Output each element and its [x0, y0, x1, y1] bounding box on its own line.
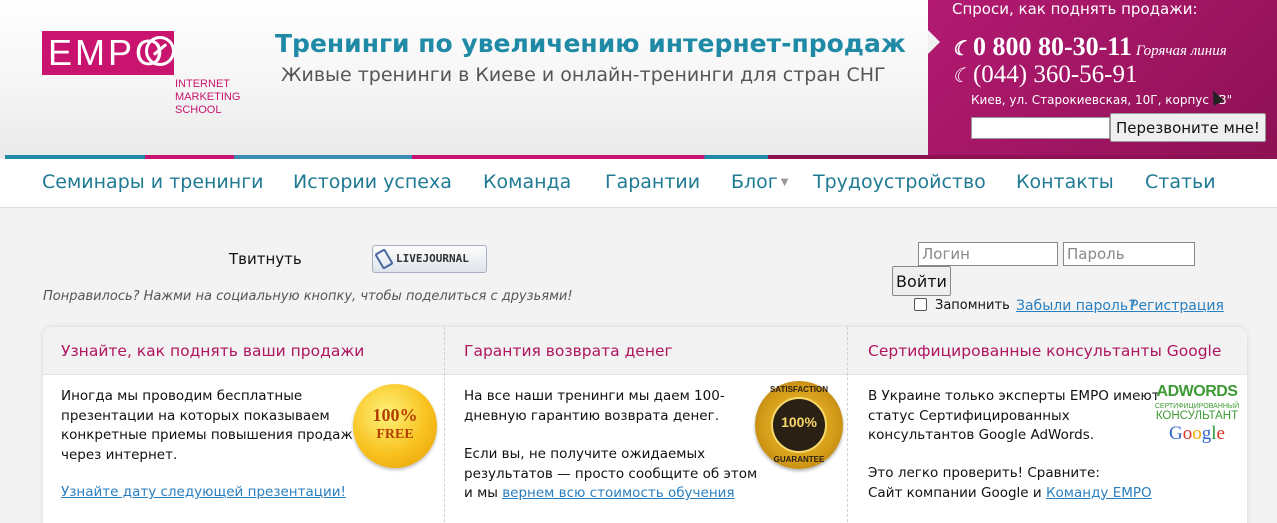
- certified-label: СЕРТИФИЦИРОВАННЫЙ: [1154, 403, 1240, 410]
- text-line: Это легко проверить! Сравните:: [868, 465, 1100, 481]
- text-line: В Украине только эксперты EMPO имеют: [868, 388, 1160, 404]
- remember-label: Запомнить: [935, 298, 1010, 313]
- phone-number: (044) 360-56-91: [972, 61, 1138, 88]
- nav-item-blog-label: Блог: [731, 171, 778, 193]
- tweet-button[interactable]: Твитнуть: [229, 250, 302, 268]
- badge-percent: 100%: [372, 405, 418, 425]
- seal-top-text: SATISFACTION: [769, 385, 829, 394]
- main-nav: Семинары и тренинги Истории успеха Коман…: [0, 159, 1277, 208]
- phone-icon: ☾: [952, 38, 970, 60]
- free-badge-icon: 100% FREE: [353, 384, 437, 468]
- forgot-password-link[interactable]: Забыли пароль?: [1016, 298, 1136, 314]
- logo-arrow-icon: [145, 36, 175, 66]
- empo-logo[interactable]: EMPO: [42, 31, 175, 75]
- logo-subtitle: INTERNET MARKETING SCHOOL: [175, 78, 240, 117]
- nav-item-guarantees[interactable]: Гарантии: [605, 171, 700, 193]
- text-line: статус Сертифицированных: [868, 407, 1070, 424]
- panel-title-guarantee: Гарантия возврата денег: [464, 342, 673, 360]
- seal-percent: 100%: [781, 414, 817, 430]
- text-line: дневную гарантию возврата денег.: [464, 407, 719, 424]
- login-button[interactable]: Войти: [892, 266, 951, 296]
- seal-bottom-text: GUARANTEE: [773, 455, 825, 464]
- panel-title-google: Сертифицированные консультанты Google: [868, 342, 1222, 360]
- google-letter: e: [1216, 423, 1225, 444]
- nav-item-employment[interactable]: Трудоустройство: [813, 171, 986, 193]
- text-line: результатов — просто сообщите об этом: [464, 465, 758, 482]
- login-input[interactable]: [918, 242, 1058, 266]
- logo-sub-line: SCHOOL: [175, 104, 222, 116]
- callback-button[interactable]: Перезвоните мне!: [1110, 113, 1266, 142]
- text-prefix: Сайт компании Google и: [868, 484, 1046, 501]
- hotline-phone[interactable]: ☾ 0 800 80-30-11 Горячая линия: [952, 32, 1227, 62]
- page-title: Тренинги по увеличению интернет-продаж: [275, 29, 906, 58]
- password-input[interactable]: [1063, 242, 1195, 266]
- panel-text: Иногда мы проводим бесплатные презентаци…: [61, 387, 353, 465]
- text-prefix: и мы: [464, 485, 503, 501]
- panel-text: В Украине только эксперты EMPO имеют ста…: [868, 387, 1160, 446]
- chevron-down-icon: ▼: [780, 177, 789, 188]
- contact-prompt: Спроси, как поднять продажи:: [952, 0, 1198, 18]
- google-letter: g: [1201, 423, 1212, 444]
- nav-item-articles[interactable]: Статьи: [1145, 171, 1216, 193]
- nav-item-seminars[interactable]: Семинары и тренинги: [42, 171, 264, 193]
- google-letter: o: [1192, 423, 1202, 444]
- guarantee-seal-icon: SATISFACTION 100% GUARANTEE: [755, 381, 843, 469]
- panel-title-sales: Узнайте, как поднять ваши продажи: [61, 342, 365, 360]
- callback-phone-input[interactable]: [971, 117, 1110, 139]
- adwords-label: ADWORDS: [1156, 383, 1238, 400]
- consultant-label: КОНСУЛЬТАНТ: [1155, 410, 1239, 422]
- text-line: консультантов Google AdWords.: [868, 427, 1095, 443]
- empo-team-link[interactable]: Команду EMPO: [1046, 485, 1152, 501]
- presentation-date-link[interactable]: Узнайте дату следующей презентации!: [61, 483, 346, 503]
- nav-item-success-stories[interactable]: Истории успеха: [293, 171, 452, 193]
- nav-item-blog[interactable]: Блог ▼: [731, 171, 789, 193]
- text-line: Если вы, не получите ожидаемых: [464, 446, 706, 462]
- nav-item-team[interactable]: Команда: [483, 171, 571, 193]
- text-line: конкретные приемы повышения продаж: [61, 427, 353, 443]
- contact-block: Спроси, как поднять продажи: ☾ 0 800 80-3…: [928, 0, 1277, 158]
- logo-sub-line: MARKETING: [175, 91, 241, 103]
- site-header: EMPO INTERNET MARKETING SCHOOL Тренинги …: [0, 0, 1277, 158]
- panel-text: Это легко проверить! Сравните: Сайт комп…: [868, 464, 1152, 503]
- panel-divider: [847, 327, 848, 523]
- text-line: На все наши тренинги мы даем 100-: [464, 388, 725, 404]
- pencil-icon: [374, 248, 394, 270]
- refund-link[interactable]: вернем всю стоимость обучения: [502, 485, 734, 501]
- phone-icon: ☾: [952, 65, 970, 87]
- badge-free: FREE: [376, 427, 414, 442]
- hotline-label: Горячая линия: [1135, 43, 1227, 59]
- adwords-certified-badge: ADWORDS СЕРТИФИЦИРОВАННЫЙ КОНСУЛЬТАНТ Go…: [1153, 383, 1241, 465]
- text-line: презентации на которых показываем: [61, 407, 330, 424]
- livejournal-button[interactable]: LIVEJOURNAL: [372, 245, 487, 273]
- phone-number: 0 800 80-30-11: [972, 32, 1132, 61]
- nav-item-contacts[interactable]: Контакты: [1016, 171, 1114, 193]
- logo-sub-line: INTERNET: [175, 78, 230, 90]
- address: Киев, ул. Старокиевская, 10Г, корпус "В": [971, 93, 1233, 107]
- page-subtitle: Живые тренинги в Киеве и онлайн-тренинги…: [281, 64, 886, 86]
- text-line: через интернет.: [61, 446, 178, 463]
- remember-checkbox[interactable]: [914, 298, 927, 311]
- google-letter: G: [1169, 423, 1183, 444]
- share-hint: Понравилось? Нажми на социальную кнопку,…: [43, 289, 573, 304]
- feature-panels: Узнайте, как поднять ваши продажи Гарант…: [43, 327, 1247, 523]
- text-line: Сайт компании Google и Команду EMPO: [868, 484, 1152, 504]
- text-line: Иногда мы проводим бесплатные: [61, 388, 303, 404]
- google-letter: o: [1182, 423, 1193, 444]
- text-line: и мы вернем всю стоимость обучения: [464, 484, 757, 504]
- office-phone[interactable]: ☾ (044) 360-56-91: [952, 61, 1138, 89]
- livejournal-label: LIVEJOURNAL: [396, 252, 469, 265]
- panel-text: Если вы, не получите ожидаемых результат…: [464, 445, 757, 504]
- panel-divider: [444, 327, 445, 523]
- panel-text: На все наши тренинги мы даем 100- дневну…: [464, 387, 725, 426]
- register-link[interactable]: Регистрация: [1130, 298, 1224, 314]
- google-logo: Google: [1153, 423, 1241, 445]
